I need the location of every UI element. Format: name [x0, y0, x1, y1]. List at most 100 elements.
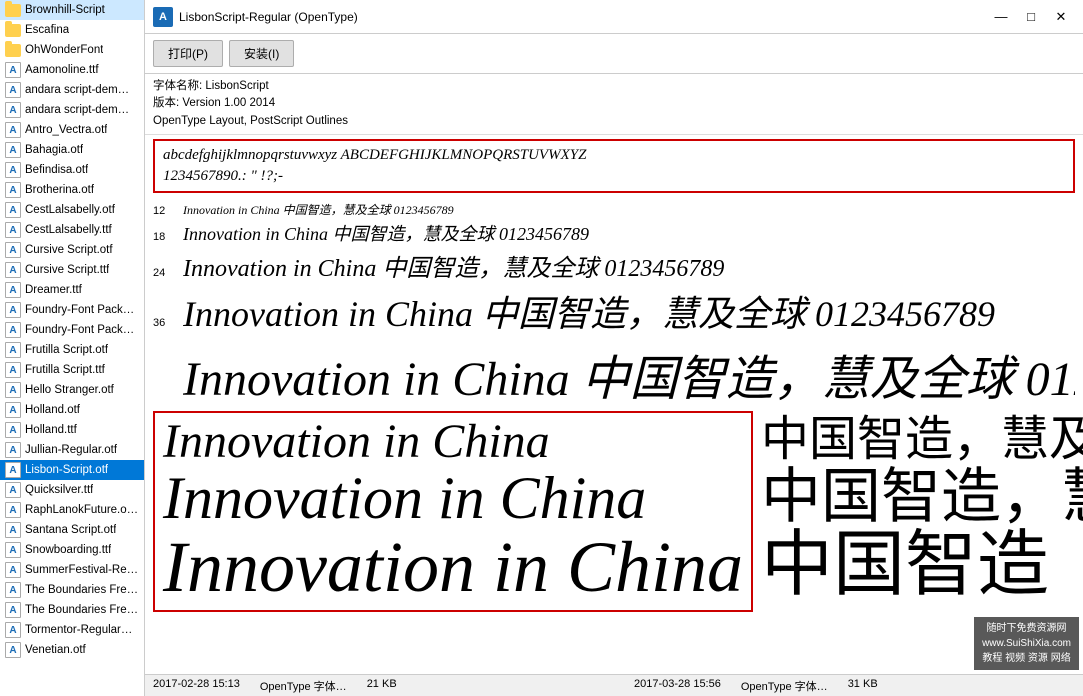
file-item[interactable]: AJullian-Regular.otf: [0, 440, 144, 460]
file-item-label: Foundry-Font Pack…: [25, 324, 134, 336]
file-item[interactable]: AFrutilla Script.otf: [0, 340, 144, 360]
file-item[interactable]: AHolland.ttf: [0, 420, 144, 440]
file-item-label: CestLalsabelly.otf: [25, 204, 115, 216]
file-item[interactable]: AThe Boundaries Fre…: [0, 600, 144, 620]
font-icon: A: [4, 442, 22, 458]
file-item[interactable]: AVenetian.otf: [0, 640, 144, 660]
file-item[interactable]: ASummerFestival-Re…: [0, 560, 144, 580]
font-icon: A: [4, 362, 22, 378]
file-item[interactable]: ARaphLanokFuture.o…: [0, 500, 144, 520]
file-item[interactable]: ABahagia.otf: [0, 140, 144, 160]
status-type-2: OpenType 字体…: [741, 678, 828, 694]
file-list-panel[interactable]: Brownhill-Script Escafina OhWonderFont AAam…: [0, 0, 145, 696]
file-item[interactable]: ASantana Script.otf: [0, 520, 144, 540]
file-item[interactable]: ABrotherina.otf: [0, 180, 144, 200]
large-script-text: Innovation in China: [163, 467, 743, 530]
font-icon: A: [4, 142, 22, 158]
file-item[interactable]: AHolland.otf: [0, 400, 144, 420]
font-icon: A: [4, 542, 22, 558]
preview-text-48: Innovation in China 中国智造，慧及全球 0123456: [183, 339, 1075, 409]
file-item[interactable]: AAamonoline.ttf: [0, 60, 144, 80]
font-icon: A: [4, 482, 22, 498]
folder-icon: [4, 2, 22, 18]
file-item-label: Hello Stranger.otf: [25, 384, 114, 396]
file-item[interactable]: ACestLalsabelly.otf: [0, 200, 144, 220]
file-item-label: Foundry-Font Pack…: [25, 304, 134, 316]
file-item[interactable]: AHello Stranger.otf: [0, 380, 144, 400]
size-label: 36: [153, 317, 183, 329]
file-item-label: Holland.ttf: [25, 424, 77, 436]
close-button[interactable]: ✕: [1047, 6, 1075, 28]
file-item[interactable]: OhWonderFont: [0, 40, 144, 60]
file-item-label: Cursive Script.otf: [25, 244, 113, 256]
file-item[interactable]: AThe Boundaries Fre…: [0, 580, 144, 600]
file-item-label: SummerFestival-Re…: [25, 564, 138, 576]
window-title: LisbonScript-Regular (OpenType): [179, 10, 987, 24]
preview-text: Innovation in China 中国智造，慧及全球 0123456789: [183, 285, 995, 337]
file-item[interactable]: ASnowboarding.ttf: [0, 540, 144, 560]
file-item-label: Jullian-Regular.otf: [25, 444, 117, 456]
font-icon: A: [4, 262, 22, 278]
status-type-1: OpenType 字体…: [260, 678, 347, 694]
file-item[interactable]: ACestLalsabelly.ttf: [0, 220, 144, 240]
title-bar: A LisbonScript-Regular (OpenType) — □ ✕: [145, 0, 1083, 34]
font-icon: A: [4, 462, 22, 478]
file-item-label: Brotherina.otf: [25, 184, 94, 196]
font-icon: A: [4, 322, 22, 338]
status-size-1: 21 KB: [367, 678, 397, 694]
file-item[interactable]: AFrutilla Script.ttf: [0, 360, 144, 380]
file-item-label: Lisbon-Script.otf: [25, 464, 108, 476]
font-icon: A: [4, 562, 22, 578]
file-item[interactable]: AAntro_Vectra.otf: [0, 120, 144, 140]
file-item-label: Escafina: [25, 24, 69, 36]
maximize-button[interactable]: □: [1017, 6, 1045, 28]
file-item[interactable]: Aandara script-dem…: [0, 80, 144, 100]
char-sample-line1: abcdefghijklmnopqrstuvwxyz ABCDEFGHIJKLM…: [163, 145, 1065, 166]
file-item-label: andara script-dem…: [25, 104, 129, 116]
toolbar: 打印(P) 安装(I): [145, 34, 1083, 74]
preview-area[interactable]: abcdefghijklmnopqrstuvwxyz ABCDEFGHIJKLM…: [145, 135, 1083, 674]
file-item[interactable]: ABefindisa.otf: [0, 160, 144, 180]
install-button[interactable]: 安装(I): [229, 40, 294, 67]
print-button[interactable]: 打印(P): [153, 40, 223, 67]
file-item[interactable]: AFoundry-Font Pack…: [0, 300, 144, 320]
file-item[interactable]: ATormentor-Regular…: [0, 620, 144, 640]
font-icon: A: [4, 242, 22, 258]
file-item[interactable]: AFoundry-Font Pack…: [0, 320, 144, 340]
minimize-button[interactable]: —: [987, 6, 1015, 28]
file-item-label: Snowboarding.ttf: [25, 544, 111, 556]
preview-text: Innovation in China 中国智造，慧及全球 0123456789: [183, 248, 724, 283]
preview-row: 18Innovation in China 中国智造，慧及全球 01234567…: [153, 220, 1075, 246]
font-info: 字体名称: LisbonScript 版本: Version 1.00 2014…: [145, 74, 1083, 135]
file-item-label: Quicksilver.ttf: [25, 484, 93, 496]
window-controls[interactable]: — □ ✕: [987, 6, 1075, 28]
file-item[interactable]: AQuicksilver.ttf: [0, 480, 144, 500]
font-icon: A: [4, 422, 22, 438]
large-script-text: Innovation in China: [163, 417, 743, 467]
file-item-label: RaphLanokFuture.o…: [25, 504, 138, 516]
file-item-label: The Boundaries Fre…: [25, 584, 138, 596]
preview-text: Innovation in China 中国智造，慧及全球 0123456789: [183, 201, 454, 218]
file-item[interactable]: Brownhill-Script: [0, 0, 144, 20]
file-item[interactable]: Aandara script-dem…: [0, 100, 144, 120]
size-label: 24: [153, 267, 183, 279]
file-item[interactable]: Escafina: [0, 20, 144, 40]
file-item-label: Frutilla Script.otf: [25, 344, 108, 356]
font-icon: A: [4, 342, 22, 358]
file-item-label: Venetian.otf: [25, 644, 86, 656]
file-item[interactable]: ADreamer.ttf: [0, 280, 144, 300]
large-script-text: Innovation in China: [163, 530, 743, 606]
file-item-label: Cursive Script.ttf: [25, 264, 109, 276]
watermark-line3: 教程 视频 资源 网络: [982, 651, 1071, 666]
file-item-label: Bahagia.otf: [25, 144, 83, 156]
file-item[interactable]: ALisbon-Script.otf: [0, 460, 144, 480]
font-icon: A: [4, 382, 22, 398]
preview-row-48: Innovation in China 中国智造，慧及全球 0123456: [153, 339, 1075, 409]
file-item[interactable]: ACursive Script.otf: [0, 240, 144, 260]
file-item[interactable]: ACursive Script.ttf: [0, 260, 144, 280]
preview-row: 12Innovation in China 中国智造，慧及全球 01234567…: [153, 201, 1075, 218]
font-icon: A: [4, 102, 22, 118]
file-item-label: OhWonderFont: [25, 44, 103, 56]
preview-rows: 12Innovation in China 中国智造，慧及全球 01234567…: [153, 201, 1075, 337]
file-item-label: Tormentor-Regular…: [25, 624, 132, 636]
